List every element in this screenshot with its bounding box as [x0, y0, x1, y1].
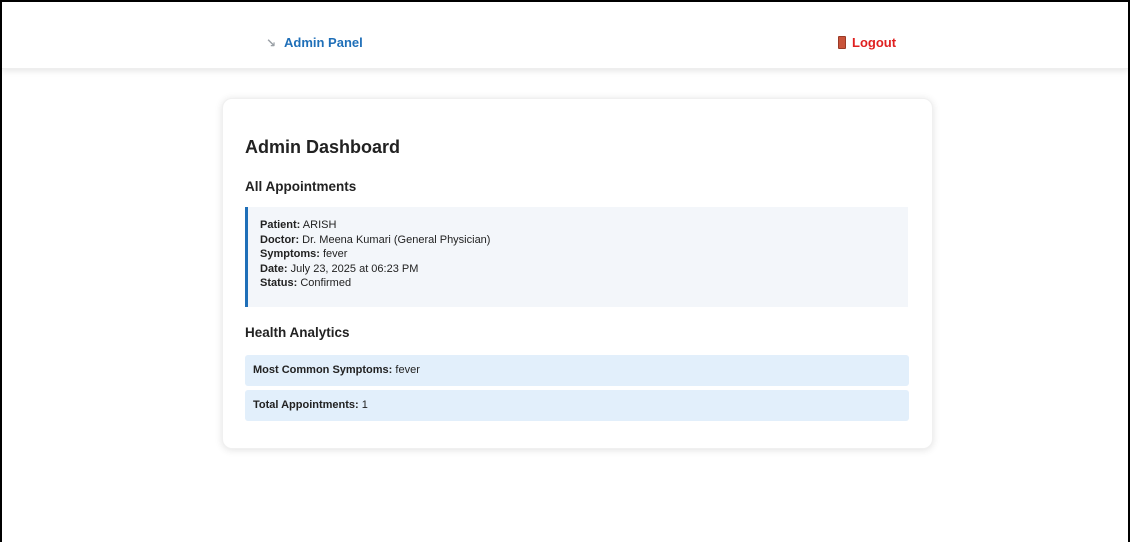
appointments-heading: All Appointments: [245, 179, 357, 194]
admin-panel-link[interactable]: ↘ Admin Panel: [264, 35, 363, 50]
status-value: Confirmed: [300, 277, 352, 289]
symptoms-value: fever: [322, 248, 348, 260]
appointment-patient: Patient: ARISH: [260, 218, 908, 233]
appointment-card: Patient: ARISH Doctor: Dr. Meena Kumari …: [245, 207, 908, 307]
common-symptoms-label: Most Common Symptoms:: [253, 364, 393, 376]
date-label: Date:: [260, 262, 288, 275]
brand-label: Admin Panel: [284, 35, 363, 50]
symptoms-label: Symptoms:: [260, 248, 320, 260]
date-value: July 23, 2025 at 06:23 PM: [290, 262, 419, 275]
navbar: ↘ Admin Panel Logout: [2, 2, 1128, 69]
common-symptoms-stat: Most Common Symptoms: fever: [245, 355, 909, 386]
logout-label: Logout: [852, 35, 897, 50]
door-icon: [838, 36, 846, 49]
doctor-value: Dr. Meena Kumari (General Physician): [302, 233, 491, 246]
appointment-symptoms: Symptoms: fever: [260, 247, 908, 262]
dashboard-card: Admin Dashboard All Appointments Patient…: [222, 98, 933, 449]
patient-value: ARISH: [302, 219, 337, 231]
logout-button[interactable]: Logout: [838, 35, 896, 50]
wrench-icon: ↘: [265, 35, 277, 50]
total-appointments-stat: Total Appointments: 1: [245, 390, 909, 421]
doctor-label: Doctor:: [260, 233, 300, 246]
total-appointments-value: 1: [361, 399, 368, 411]
appointment-status: Status: Confirmed: [260, 276, 908, 291]
patient-label: Patient:: [260, 219, 301, 231]
appointment-doctor: Doctor: Dr. Meena Kumari (General Physic…: [260, 233, 908, 248]
status-label: Status:: [260, 277, 298, 289]
common-symptoms-value: fever: [395, 364, 420, 376]
total-appointments-label: Total Appointments:: [253, 399, 359, 411]
appointment-date: Date: July 23, 2025 at 06:23 PM: [260, 262, 908, 277]
page-title: Admin Dashboard: [245, 137, 401, 157]
analytics-heading: Health Analytics: [245, 325, 350, 340]
